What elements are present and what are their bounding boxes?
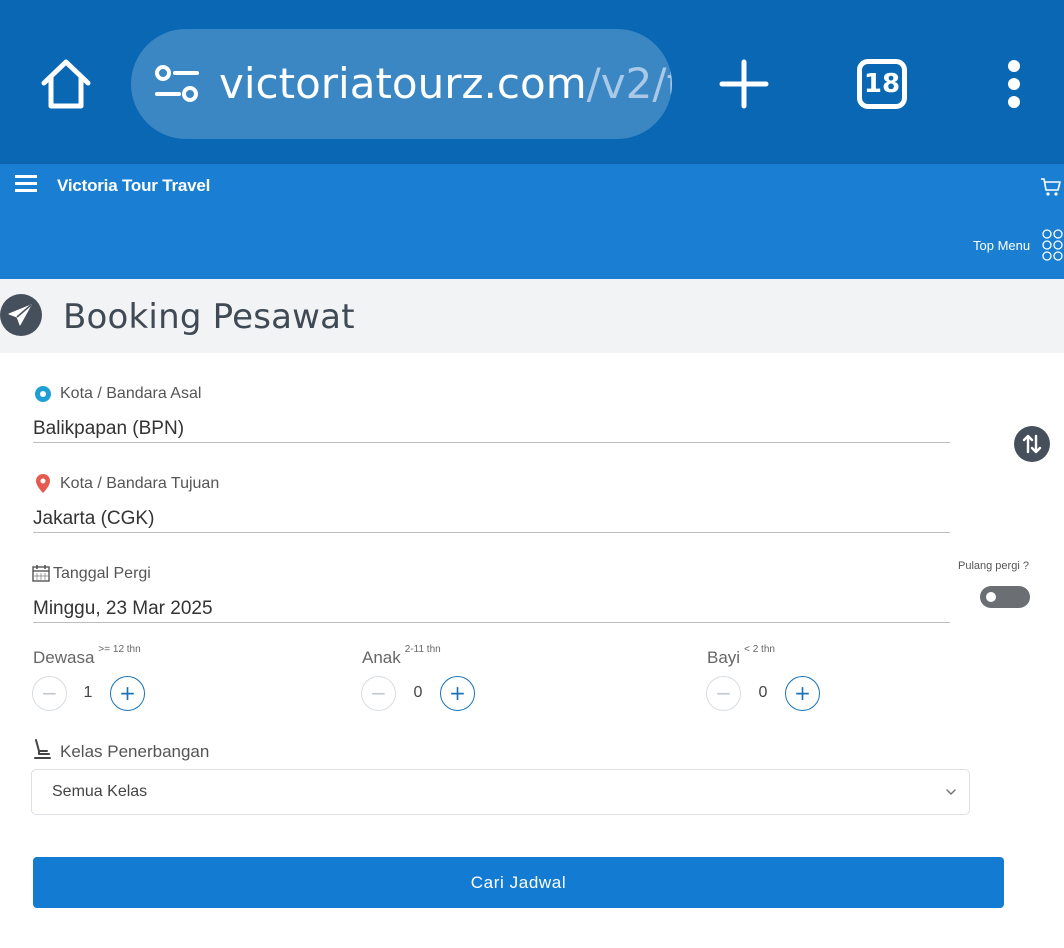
booking-form: Kota / Bandara Asal Balikpapan (BPN) Kot… — [0, 353, 1064, 948]
chevron-down-icon — [946, 789, 956, 795]
child-label: Anak 2-11 thn — [362, 644, 441, 668]
plus-icon[interactable] — [718, 58, 770, 110]
page-title-bar: Booking Pesawat — [0, 279, 1064, 353]
search-schedule-button[interactable]: Cari Jadwal — [33, 857, 1004, 908]
origin-underline — [33, 442, 950, 443]
cabin-class-label: Kelas Penerbangan — [60, 742, 210, 761]
origin-label: Kota / Bandara Asal — [60, 385, 202, 402]
child-label-text: Anak — [362, 648, 401, 667]
child-decrement-button[interactable]: − — [361, 676, 396, 711]
infant-increment-button[interactable]: + — [785, 676, 820, 711]
adult-increment-button[interactable]: + — [110, 676, 145, 711]
destination-label: Kota / Bandara Tujuan — [60, 475, 220, 492]
menu-icon[interactable] — [15, 174, 39, 194]
paper-plane-icon — [0, 294, 42, 336]
home-icon[interactable] — [38, 56, 94, 112]
infant-decrement-button[interactable]: − — [706, 676, 741, 711]
address-bar[interactable]: victoriatourz.com/v2/t — [131, 29, 672, 139]
adult-label-text: Dewasa — [33, 648, 95, 667]
site-header: Victoria Tour Travel Top Menu — [0, 162, 1064, 279]
grid-icon[interactable] — [1041, 229, 1064, 261]
round-trip-label: Pulang pergi ? — [958, 560, 1029, 572]
tab-switcher-button[interactable]: 18 — [857, 59, 907, 109]
adult-count: 1 — [83, 684, 93, 701]
page-title: Booking Pesawat — [63, 297, 355, 337]
url-text: victoriatourz.com/v2/t — [219, 57, 672, 111]
cabin-class-select[interactable]: Semua Kelas — [31, 769, 970, 815]
infant-count: 0 — [758, 684, 768, 701]
infant-label: Bayi < 2 thn — [707, 644, 775, 668]
location-pin-icon — [36, 474, 50, 493]
swap-vertical-icon — [1022, 434, 1042, 454]
departure-underline — [33, 622, 950, 623]
cabin-class-selected: Semua Kelas — [52, 783, 148, 800]
child-age-note: 2-11 thn — [404, 644, 441, 655]
child-increment-button[interactable]: + — [440, 676, 475, 711]
url-path: /v2/t — [586, 59, 672, 108]
destination-input[interactable]: Jakarta (CGK) — [33, 508, 154, 530]
calendar-icon — [32, 565, 50, 582]
round-trip-toggle[interactable] — [980, 586, 1030, 608]
adult-age-note: >= 12 thn — [98, 644, 141, 655]
seat-icon — [34, 739, 51, 759]
adult-label: Dewasa >= 12 thn — [33, 644, 141, 668]
departure-label: Tanggal Pergi — [53, 565, 151, 582]
infant-label-text: Bayi — [707, 648, 741, 667]
departure-date-input[interactable]: Minggu, 23 Mar 2025 — [33, 598, 213, 620]
cart-icon[interactable] — [1040, 176, 1062, 198]
adult-decrement-button[interactable]: − — [32, 676, 67, 711]
url-domain: victoriatourz.com — [219, 59, 587, 108]
site-title[interactable]: Victoria Tour Travel — [57, 176, 210, 196]
top-menu-label[interactable]: Top Menu — [973, 238, 1030, 253]
browser-toolbar: victoriatourz.com/v2/t 18 — [0, 0, 1064, 162]
swap-button[interactable] — [1014, 426, 1050, 462]
origin-input[interactable]: Balikpapan (BPN) — [33, 418, 184, 440]
infant-age-note: < 2 thn — [744, 644, 775, 655]
origin-dot-icon — [35, 386, 51, 402]
tune-icon[interactable] — [155, 64, 199, 104]
child-count: 0 — [413, 684, 423, 701]
destination-underline — [33, 532, 950, 533]
toggle-knob — [986, 592, 996, 602]
more-vert-icon[interactable] — [1000, 58, 1028, 110]
